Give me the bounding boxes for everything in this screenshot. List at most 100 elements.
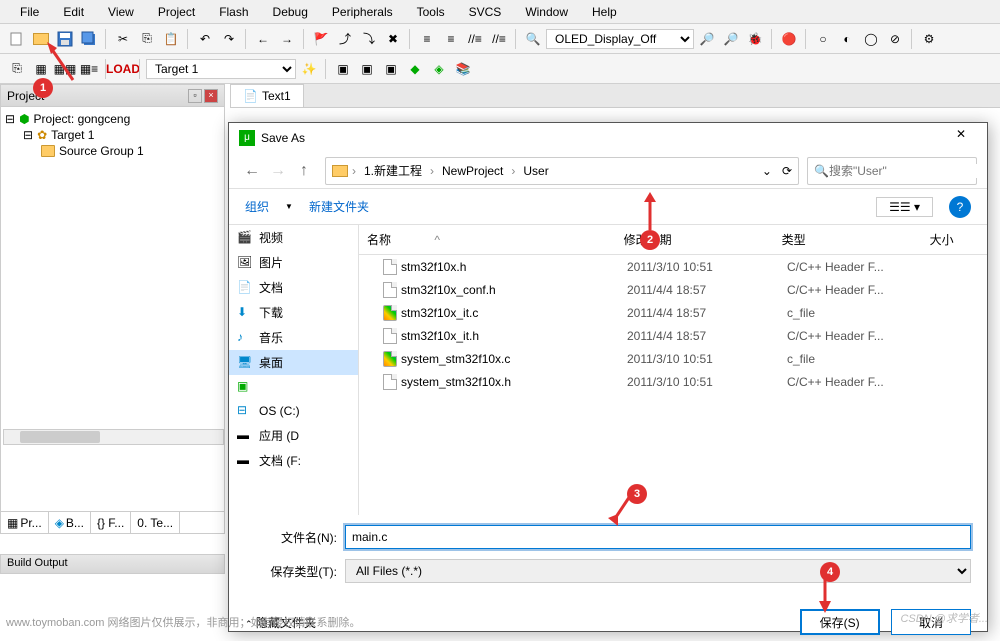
cut-icon[interactable]: ✂ (112, 28, 134, 50)
nav-fwd-button[interactable]: → (265, 158, 291, 184)
new-file-icon[interactable] (6, 28, 28, 50)
tab-books[interactable]: ◈B... (49, 512, 91, 533)
tab-functions[interactable]: {} F... (91, 512, 131, 533)
uncomment-icon[interactable]: //≡ (488, 28, 510, 50)
nav-up-button[interactable]: ↑ (291, 158, 317, 184)
sidebar-item-drive-c[interactable]: ⊟OS (C:) (229, 399, 358, 423)
sidebar-item-downloads[interactable]: ⬇下载 (229, 300, 358, 325)
rte-icon[interactable]: ◈ (428, 58, 450, 80)
manage3-icon[interactable]: ▣ (380, 58, 402, 80)
books-icon[interactable]: 📚 (452, 58, 474, 80)
col-name[interactable]: 名称 ^ (367, 231, 624, 248)
filename-input[interactable] (345, 525, 971, 549)
file-row[interactable]: system_stm32f10x.h2011/3/10 10:51C/C++ H… (359, 370, 987, 393)
refresh-icon[interactable]: ⟳ (782, 164, 792, 178)
bookmark-next-icon[interactable]: ⤵ (358, 28, 380, 50)
tree-root[interactable]: ⊟ ⬢ Project: gongceng (5, 111, 220, 127)
find-prev-icon[interactable]: 🔎 (720, 28, 742, 50)
file-row[interactable]: stm32f10x_conf.h2011/4/4 18:57C/C++ Head… (359, 278, 987, 301)
tab-templates[interactable]: 0. Te... (131, 512, 180, 533)
sidebar-item-desktop[interactable]: 🖥桌面 (229, 350, 358, 375)
tree-target[interactable]: ⊟ ✿ Target 1 (5, 127, 220, 143)
chevron-down-icon[interactable]: ⌄ (762, 164, 772, 178)
save-button[interactable]: 保存(S) (800, 609, 880, 635)
bookmark-clear-icon[interactable]: ✖ (382, 28, 404, 50)
config-icon[interactable]: ⚙ (918, 28, 940, 50)
file-row[interactable]: system_stm32f10x.c2011/3/10 10:51c_file (359, 347, 987, 370)
bp-insert-icon[interactable]: ○ (812, 28, 834, 50)
redo-icon[interactable]: ↷ (218, 28, 240, 50)
find-next-icon[interactable]: 🔎 (696, 28, 718, 50)
menu-peripherals[interactable]: Peripherals (320, 3, 405, 21)
bp-disable-icon[interactable]: ◯ (860, 28, 882, 50)
find-icon[interactable]: 🔍 (522, 28, 544, 50)
sidebar-item-video[interactable]: 🎬视频 (229, 225, 358, 250)
debug-icon[interactable]: 🐞 (744, 28, 766, 50)
indent-icon[interactable]: ≡ (416, 28, 438, 50)
find-combo[interactable]: OLED_Display_Off (546, 29, 694, 49)
bp-enable-icon[interactable]: ◐ (836, 28, 858, 50)
sidebar-item-drive-d[interactable]: ▬应用 (D (229, 423, 358, 448)
bookmark-icon[interactable]: 🚩 (310, 28, 332, 50)
tree-group[interactable]: Source Group 1 (5, 143, 220, 159)
view-options-button[interactable]: ☰☰ ▾ (876, 197, 933, 217)
h-scrollbar[interactable] (3, 429, 224, 445)
panel-close-icon[interactable]: × (204, 89, 218, 103)
tree-group-label: Source Group 1 (59, 144, 144, 158)
filetype-select[interactable]: All Files (*.*) (345, 559, 971, 583)
search-field[interactable]: 🔍 (807, 157, 977, 185)
copy-icon[interactable]: ⎘ (136, 28, 158, 50)
path-seg-1[interactable]: 1.新建工程 (360, 160, 426, 181)
col-size[interactable]: 大小 (930, 231, 979, 248)
nav-back-button[interactable]: ← (239, 158, 265, 184)
tab-project[interactable]: ▦Pr... (1, 512, 49, 533)
bp-kill-icon[interactable]: ⊘ (884, 28, 906, 50)
paste-icon[interactable]: 📋 (160, 28, 182, 50)
col-type[interactable]: 类型 (782, 231, 930, 248)
outdent-icon[interactable]: ≡ (440, 28, 462, 50)
nav-back-icon[interactable]: ← (252, 28, 274, 50)
menu-tools[interactable]: Tools (405, 3, 457, 21)
sidebar-item-pictures[interactable]: 🖼图片 (229, 250, 358, 275)
file-row[interactable]: stm32f10x_it.h2011/4/4 18:57C/C++ Header… (359, 324, 987, 347)
breakpoint-icon[interactable]: 🔴 (778, 28, 800, 50)
panel-pin-icon[interactable]: ▫ (188, 89, 202, 103)
sidebar-item-music[interactable]: ♪音乐 (229, 325, 358, 350)
nav-fwd-icon[interactable]: → (276, 28, 298, 50)
menu-file[interactable]: File (8, 3, 51, 21)
organize-button[interactable]: 组织 (245, 198, 269, 215)
menu-window[interactable]: Window (513, 3, 580, 21)
translate-icon[interactable]: ⎘ (6, 58, 28, 80)
menu-edit[interactable]: Edit (51, 3, 96, 21)
path-seg-2[interactable]: NewProject (438, 162, 507, 180)
menu-flash[interactable]: Flash (207, 3, 260, 21)
build-output-panel: Build Output (0, 554, 225, 614)
file-row[interactable]: stm32f10x.h2011/3/10 10:51C/C++ Header F… (359, 255, 987, 278)
target-options-icon[interactable]: ✨ (298, 58, 320, 80)
manage2-icon[interactable]: ▣ (356, 58, 378, 80)
pictures-icon: 🖼 (237, 255, 253, 271)
menu-project[interactable]: Project (146, 3, 207, 21)
search-input[interactable] (829, 164, 984, 178)
manage-icon[interactable]: ▣ (332, 58, 354, 80)
sidebar-item-documents[interactable]: 📄文档 (229, 275, 358, 300)
menu-help[interactable]: Help (580, 3, 629, 21)
bookmark-prev-icon[interactable]: ⤴ (334, 28, 356, 50)
new-folder-button[interactable]: 新建文件夹 (309, 198, 369, 215)
packs-icon[interactable]: ◆ (404, 58, 426, 80)
target-combo[interactable]: Target 1 (146, 59, 296, 79)
sidebar-item-sep: ▣ (229, 375, 358, 399)
undo-icon[interactable]: ↶ (194, 28, 216, 50)
help-button[interactable]: ? (949, 196, 971, 218)
editor-tab-text1[interactable]: 📄 Text1 (230, 84, 304, 107)
download-icon[interactable]: LOAD (112, 58, 134, 80)
comment-icon[interactable]: //≡ (464, 28, 486, 50)
breadcrumb[interactable]: › 1.新建工程 › NewProject › User ⌄ ⟳ (325, 157, 799, 185)
sidebar-item-drive-f[interactable]: ▬文档 (F: (229, 448, 358, 473)
close-icon[interactable]: ✕ (945, 127, 977, 149)
menu-debug[interactable]: Debug (261, 3, 320, 21)
menu-view[interactable]: View (96, 3, 146, 21)
menu-svcs[interactable]: SVCS (457, 3, 514, 21)
path-seg-3[interactable]: User (519, 162, 552, 180)
file-row[interactable]: stm32f10x_it.c2011/4/4 18:57c_file (359, 301, 987, 324)
